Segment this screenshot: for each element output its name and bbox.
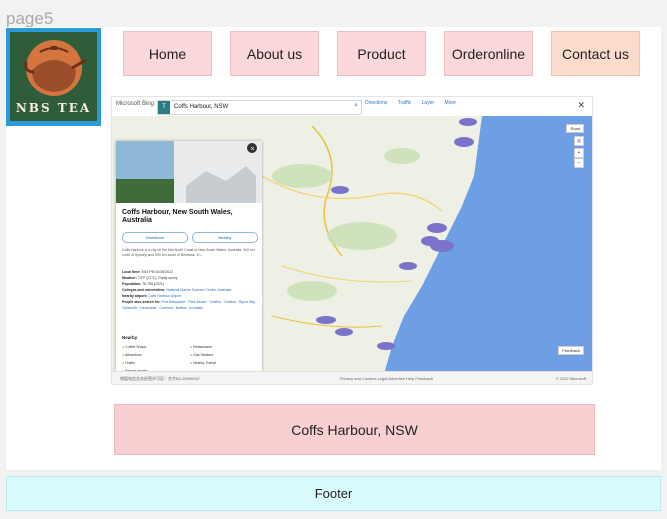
page-canvas: NBS TEA Home About us Product Orderonlin… <box>6 27 661 470</box>
map-screenshot[interactable]: Microsoft Bing T Coffs Harbour, NSW ⌕ Di… <box>111 96 593 385</box>
map-view[interactable]: Road ◎ + − Feedback × Coffs Harbour, New… <box>112 116 592 374</box>
bing-toolbar: Microsoft Bing T Coffs Harbour, NSW ⌕ Di… <box>112 97 592 117</box>
nearby-button[interactable]: Nearby <box>192 232 258 243</box>
nav-about-button[interactable]: About us <box>230 31 319 76</box>
bing-logo[interactable]: Microsoft Bing <box>116 101 154 107</box>
nearby-heading: Nearby <box>122 335 138 340</box>
map-tools: Directions Traffic Layer More <box>365 100 465 106</box>
svg-text:×: × <box>250 146 255 153</box>
airport-link[interactable]: Coffs Harbour Airport <box>148 294 181 298</box>
place-facts: Local time: 5:53 PM 10/26/2022 Weather: … <box>122 270 258 310</box>
layer-tool[interactable]: Layer <box>422 100 435 106</box>
nav-orderonline-button[interactable]: Orderonline <box>444 31 533 76</box>
college-link[interactable]: National Marine Science Centre, Australi… <box>166 288 231 292</box>
nearby-item[interactable]: Nearby Transit <box>190 361 258 365</box>
place-info-panel: × Coffs Harbour, New South Wales, Austra… <box>116 141 262 374</box>
zoom-in-icon[interactable]: + <box>574 148 584 158</box>
nearby-item[interactable]: Gas Stations <box>190 353 258 357</box>
copyright-text: © 2022 Microsoft <box>555 376 586 381</box>
feedback-button[interactable]: Feedback <box>558 346 584 355</box>
search-tag: T <box>158 101 170 114</box>
zoom-out-icon[interactable]: − <box>574 158 584 168</box>
nearby-item[interactable]: Restaurants <box>190 345 258 349</box>
page-label: page5 <box>6 9 54 28</box>
map-search-box[interactable]: T Coffs Harbour, NSW ⌕ <box>157 100 362 115</box>
more-tool[interactable]: More <box>445 100 456 106</box>
place-description: Coffs Harbour is a city on the Mid North… <box>122 248 255 257</box>
license-text: 增值电信业务经营许可证：合字B2-20090007 <box>120 376 201 381</box>
logo[interactable]: NBS TEA <box>6 28 101 126</box>
road-layer-button[interactable]: Road <box>566 124 584 133</box>
nearby-list: Coffee Shops Restaurants Attractions Gas… <box>122 345 258 373</box>
nearby-item[interactable]: Coffee Shops <box>122 345 190 349</box>
nav-home-button[interactable]: Home <box>123 31 212 76</box>
map-footer: 增值电信业务经营许可证：合字B2-20090007 Privacy and Co… <box>112 371 592 384</box>
nearby-item[interactable]: Attractions <box>122 353 190 357</box>
footer-links[interactable]: Privacy and Cookies Legal Advertise Help… <box>340 376 433 381</box>
traffic-tool[interactable]: Traffic <box>398 100 412 106</box>
location-caption: Coffs Harbour, NSW <box>114 404 595 455</box>
place-title: Coffs Harbour, New South Wales, Australi… <box>122 209 233 224</box>
nav-product-button[interactable]: Product <box>337 31 426 76</box>
locate-icon[interactable]: ◎ <box>574 136 584 146</box>
place-photo[interactable]: × <box>116 141 262 203</box>
page-footer: Footer <box>6 476 661 511</box>
directions-tool[interactable]: Directions <box>365 100 387 106</box>
map-search-input[interactable]: Coffs Harbour, NSW <box>174 104 228 110</box>
nearby-item[interactable]: Hotels <box>122 361 190 365</box>
search-icon[interactable]: ⌕ <box>354 102 358 110</box>
nav-contact-button[interactable]: Contact us <box>551 31 640 76</box>
close-icon[interactable]: ✕ <box>577 100 585 111</box>
directions-button[interactable]: Directions <box>122 232 188 243</box>
logo-text: NBS TEA <box>15 101 92 115</box>
